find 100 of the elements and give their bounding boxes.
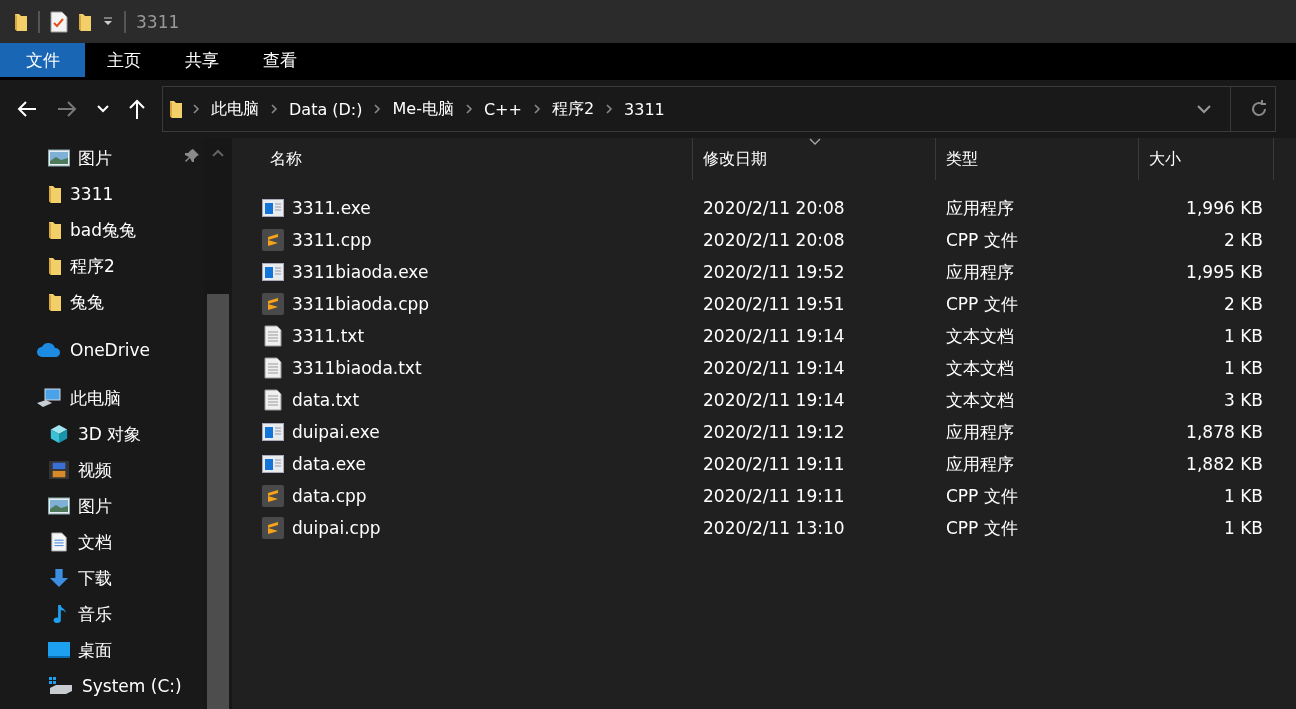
sidebar-item[interactable]: 此电脑: [0, 380, 204, 416]
properties-icon[interactable]: [50, 10, 68, 33]
sidebar-item[interactable]: OneDrive: [0, 332, 204, 368]
folder-icon: [48, 220, 62, 240]
file-row[interactable]: duipai.cpp 2020/2/11 13:10 CPP 文件 1 KB: [260, 512, 1296, 544]
file-type: 文本文档: [945, 324, 1015, 348]
file-size: 1 KB: [1222, 326, 1264, 346]
file-size: 3 KB: [1222, 390, 1264, 410]
folder-icon: [14, 11, 28, 32]
file-type: 文本文档: [945, 388, 1015, 412]
address-bar[interactable]: 此电脑 Data (D:) Me-电脑 C++ 程序2 3311: [162, 86, 1276, 132]
sidebar-item[interactable]: bad兔兔: [0, 212, 204, 248]
ribbon-tab[interactable]: 主页: [85, 43, 163, 77]
breadcrumb-item[interactable]: 此电脑: [209, 98, 261, 120]
chevron-icon: [463, 103, 474, 115]
forward-arrow-icon[interactable]: [56, 100, 78, 118]
sidebar-item[interactable]: 视频: [0, 452, 204, 488]
file-row[interactable]: 3311biaoda.exe 2020/2/11 19:52 应用程序 1,995 KB: [260, 256, 1296, 288]
sidebar-item[interactable]: 图片: [0, 488, 204, 524]
file-row[interactable]: 3311biaoda.cpp 2020/2/11 19:51 CPP 文件 2 KB: [260, 288, 1296, 320]
folder-icon: [169, 99, 183, 119]
column-header[interactable]: 修改日期: [693, 138, 936, 180]
ribbon-tab[interactable]: 查看: [241, 43, 319, 77]
breadcrumb-item[interactable]: Me-电脑: [390, 98, 456, 120]
sidebar-item[interactable]: System (C:): [0, 668, 204, 704]
modified-date: 2020/2/11 20:08: [702, 230, 846, 250]
column-header[interactable]: 类型: [936, 138, 1139, 180]
file-size: 1 KB: [1222, 358, 1264, 378]
ribbon-tab[interactable]: 文件: [0, 43, 85, 77]
application-icon: [262, 199, 284, 217]
chevron-icon: [604, 103, 615, 115]
file-size: 1,996 KB: [1185, 198, 1264, 218]
file-type: 应用程序: [945, 196, 1015, 220]
folder-icon: [48, 256, 62, 276]
file-row[interactable]: 3311.exe 2020/2/11 20:08 应用程序 1,996 KB: [260, 192, 1296, 224]
sidebar-item[interactable]: 兔兔: [0, 284, 204, 320]
chevron-icon: [269, 103, 279, 115]
column-header[interactable]: 名称: [260, 138, 693, 180]
sidebar-item[interactable]: 图片: [0, 140, 204, 176]
file-row[interactable]: data.cpp 2020/2/11 19:11 CPP 文件 1 KB: [260, 480, 1296, 512]
chevron-icon: [531, 103, 542, 115]
up-arrow-icon[interactable]: [128, 98, 146, 120]
file-size: 1 KB: [1222, 518, 1264, 538]
modified-date: 2020/2/11 19:11: [702, 486, 846, 506]
film-icon: [48, 460, 70, 480]
breadcrumb-item[interactable]: Data (D:): [287, 99, 365, 119]
modified-date: 2020/2/11 19:11: [702, 454, 846, 474]
file-type: 应用程序: [945, 260, 1015, 284]
back-arrow-icon[interactable]: [16, 100, 38, 118]
refresh-icon[interactable]: [1249, 99, 1269, 119]
file-name: 3311.cpp: [292, 230, 372, 250]
sidebar-item[interactable]: 桌面: [0, 632, 204, 668]
breadcrumb-item[interactable]: 3311: [622, 99, 667, 119]
chevron-icon: [191, 103, 201, 115]
scrollbar-thumb[interactable]: [207, 293, 229, 709]
file-type: 应用程序: [945, 420, 1015, 444]
file-type: CPP 文件: [945, 228, 1019, 252]
computer-icon: [36, 388, 62, 408]
sidebar-item[interactable]: 音乐: [0, 596, 204, 632]
sidebar-item[interactable]: 下载: [0, 560, 204, 596]
sidebar-item[interactable]: 程序2: [0, 248, 204, 284]
breadcrumb-item[interactable]: 程序2: [549, 98, 597, 120]
file-row[interactable]: data.txt 2020/2/11 19:14 文本文档 3 KB: [260, 384, 1296, 416]
sublime-text-icon: [262, 293, 284, 315]
modified-date: 2020/2/11 19:14: [702, 358, 846, 378]
file-type: CPP 文件: [945, 484, 1019, 508]
file-name: 3311biaoda.txt: [292, 358, 422, 378]
dropdown-icon[interactable]: [102, 16, 114, 27]
chevron-icon: [372, 103, 383, 115]
modified-date: 2020/2/11 19:12: [702, 422, 846, 442]
modified-date: 2020/2/11 19:14: [702, 390, 846, 410]
file-row[interactable]: data.exe 2020/2/11 19:11 应用程序 1,882 KB: [260, 448, 1296, 480]
file-row[interactable]: duipai.exe 2020/2/11 19:12 应用程序 1,878 KB: [260, 416, 1296, 448]
file-type: 应用程序: [945, 452, 1015, 476]
breadcrumb-item[interactable]: C++: [481, 99, 524, 119]
sidebar-item[interactable]: 3311: [0, 176, 204, 212]
file-name: 3311.txt: [292, 326, 365, 346]
modified-date: 2020/2/11 20:08: [702, 198, 846, 218]
file-row[interactable]: 3311.cpp 2020/2/11 20:08 CPP 文件 2 KB: [260, 224, 1296, 256]
ribbon-tab[interactable]: 共享: [163, 43, 241, 77]
file-name: data.cpp: [292, 486, 367, 506]
file-name: duipai.cpp: [292, 518, 381, 538]
application-icon: [262, 263, 284, 281]
file-type: CPP 文件: [945, 516, 1019, 540]
file-row[interactable]: 3311biaoda.txt 2020/2/11 19:14 文本文档 1 KB: [260, 352, 1296, 384]
chevron-down-icon[interactable]: [96, 104, 110, 114]
file-size: 1,882 KB: [1185, 454, 1264, 474]
scroll-up-icon[interactable]: [211, 148, 225, 158]
modified-date: 2020/2/11 19:51: [702, 294, 846, 314]
sidebar-item[interactable]: 3D 对象: [0, 416, 204, 452]
file-size: 1 KB: [1222, 486, 1264, 506]
file-row[interactable]: 3311.txt 2020/2/11 19:14 文本文档 1 KB: [260, 320, 1296, 352]
pin-icon[interactable]: [184, 148, 200, 164]
column-header[interactable]: 大小: [1139, 138, 1274, 180]
sidebar-item[interactable]: 文档: [0, 524, 204, 560]
sublime-text-icon: [262, 485, 284, 507]
file-name: duipai.exe: [292, 422, 380, 442]
file-name: 3311.exe: [292, 198, 371, 218]
dropdown-icon[interactable]: [1196, 104, 1212, 114]
file-size: 1,878 KB: [1185, 422, 1264, 442]
